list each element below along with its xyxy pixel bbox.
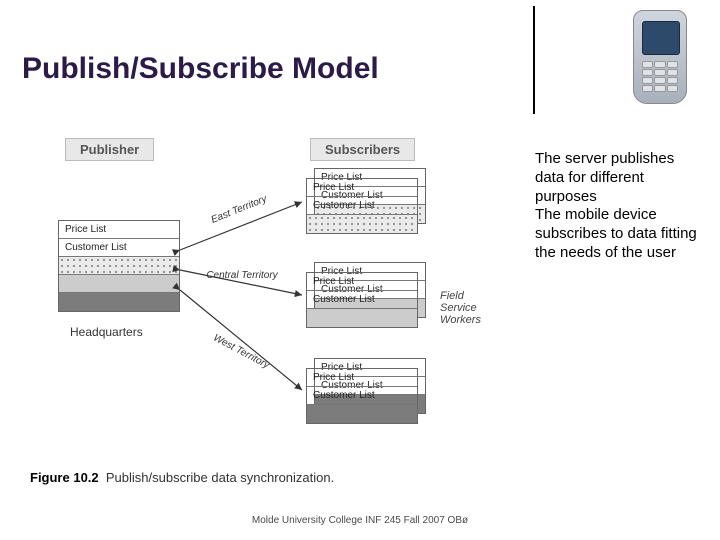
figure-caption: Figure 10.2 Publish/subscribe data synch… [30, 470, 334, 485]
field-service-label: FieldServiceWorkers [440, 290, 481, 326]
pubsub-diagram: Publisher Subscribers Price List Custome… [30, 140, 510, 470]
east-territory-label: East Territory [210, 193, 270, 226]
page-title: Publish/Subscribe Model [22, 52, 379, 86]
slide-footer: Molde University College INF 245 Fall 20… [0, 515, 720, 526]
west-territory-label: West Territory [211, 332, 272, 371]
territory-arrows: East Territory Central Territory West Te… [30, 140, 510, 470]
description-text: The server publishes data for different … [535, 150, 705, 263]
figure-text: Publish/subscribe data synchronization. [106, 470, 334, 485]
desc-line2: The mobile device subscribes to data fit… [535, 206, 697, 261]
desc-line1: The server publishes data for different … [535, 150, 674, 205]
figure-number: Figure 10.2 [30, 470, 99, 485]
mobile-phone-illustration [630, 6, 690, 106]
central-territory-label: Central Territory [206, 270, 278, 281]
divider-line [533, 6, 535, 114]
